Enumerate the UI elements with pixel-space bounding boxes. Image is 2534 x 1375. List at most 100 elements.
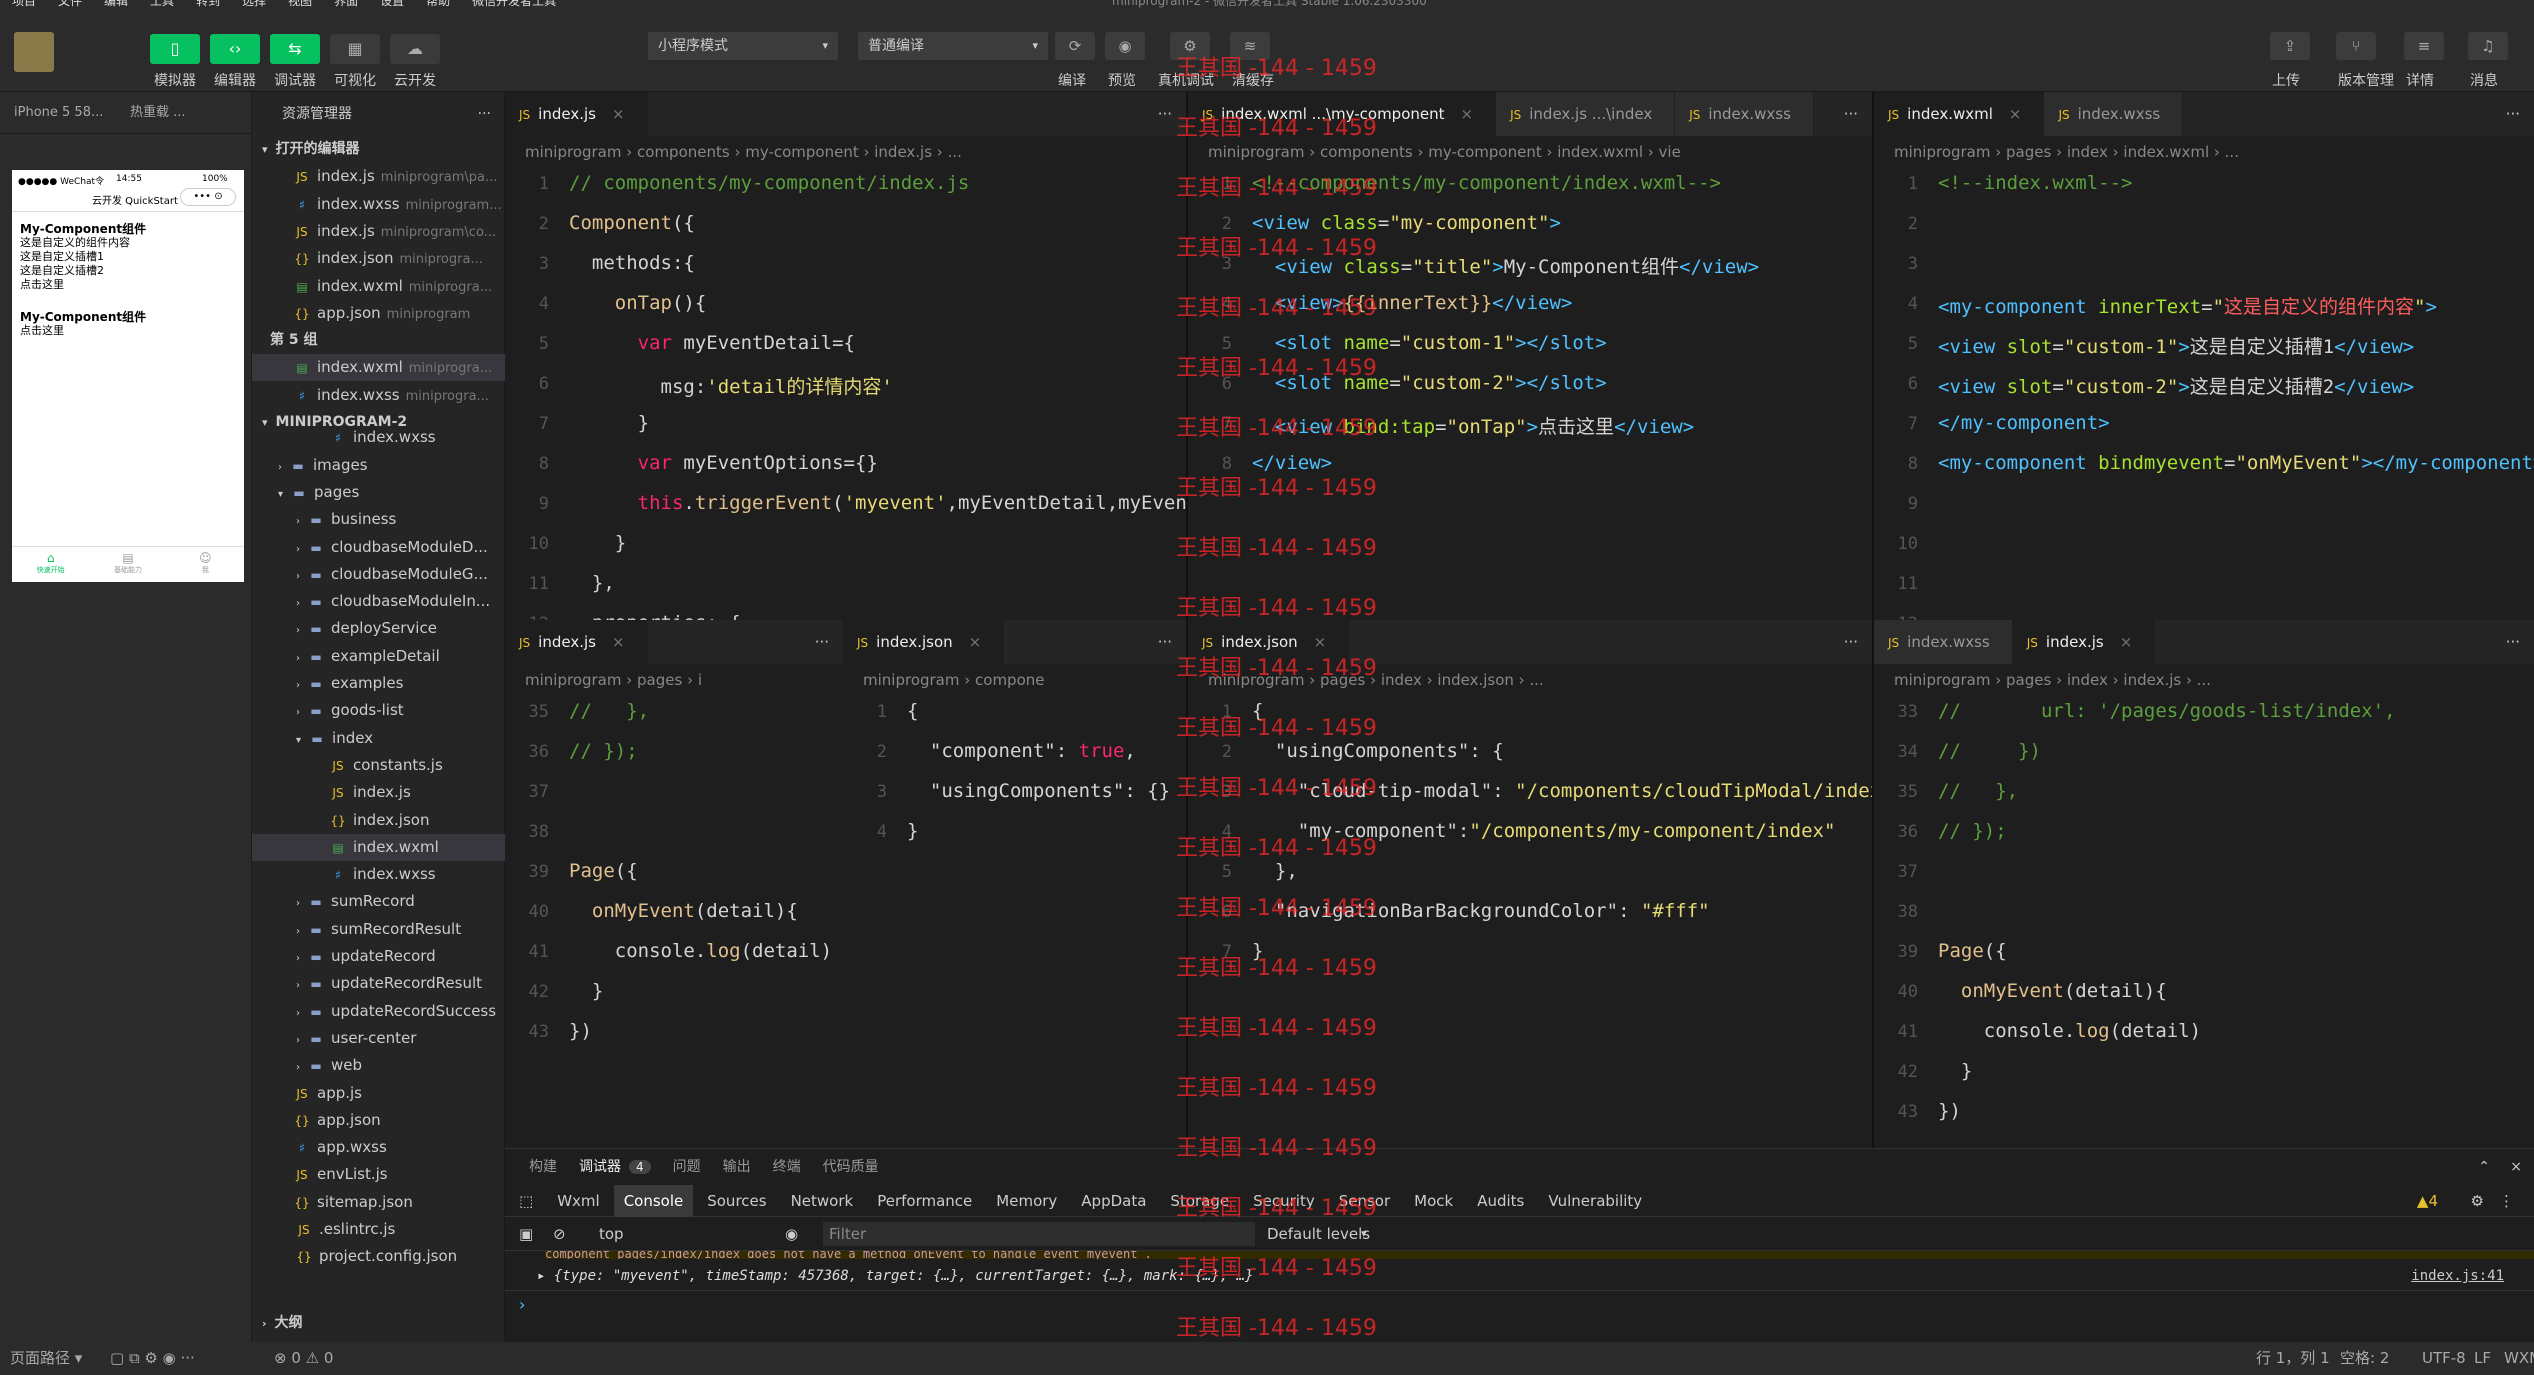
debug-top-tab[interactable]: 构建 [529, 1149, 557, 1185]
debug-icon[interactable]: ⇆ [270, 34, 320, 64]
explorer-section[interactable]: › 大纲 [252, 1310, 505, 1337]
details-icon[interactable]: ≡ [2404, 32, 2444, 60]
editor-tab[interactable]: JS index.wxss [2044, 92, 2184, 136]
breadcrumb[interactable]: miniprogram › components › my-component … [1188, 136, 1872, 168]
explorer-file[interactable]: {} app.json [252, 1107, 505, 1134]
explorer-file[interactable]: JS app.js [252, 1080, 505, 1107]
explorer-file[interactable]: › ▬ web [252, 1052, 505, 1079]
menu-item[interactable]: 微信开发者工具 [472, 0, 556, 7]
explorer-file[interactable]: JS constants.js [252, 752, 505, 779]
levels-select[interactable]: Default levels [1267, 1217, 1370, 1251]
version-icon[interactable]: ⑂ [2336, 32, 2376, 60]
language[interactable]: WXML [2504, 1342, 2534, 1375]
kebab-icon[interactable]: ⋮ [2499, 1185, 2514, 1217]
gear-icon[interactable]: ⚙ [2471, 1185, 2484, 1217]
debug-top-tab[interactable]: 输出 [723, 1149, 751, 1185]
code-editor[interactable]: 1 {2 "component": true, 3 "usingComponents… [843, 700, 1186, 1148]
explorer-file[interactable]: ♯ index.wxss [252, 861, 505, 888]
devtools-tab[interactable]: Mock [1404, 1185, 1463, 1217]
explorer-file[interactable]: JS index.js miniprogram\co... [252, 218, 505, 245]
editor-tab[interactable]: JS index.wxss [1874, 620, 2013, 664]
phone-text[interactable]: 点击这里 [20, 324, 236, 338]
breadcrumb[interactable]: miniprogram › pages › index › index.wxml… [1874, 136, 2534, 168]
explorer-file[interactable]: › ▬ examples [252, 670, 505, 697]
code-editor[interactable]: 33 // url: '/pages/goods-list/index', 34 //… [1874, 700, 2534, 1148]
explorer-file[interactable]: {} index.json [252, 807, 505, 834]
explorer-file[interactable]: › ▬ sumRecord [252, 888, 505, 915]
explorer-file[interactable]: › ▬ cloudbaseModuleD... [252, 534, 505, 561]
close-icon[interactable]: × [1461, 105, 1474, 123]
code-editor[interactable]: 35 // }, 36 // }); 37 38 39 Page({40 onMyEvent(… [505, 700, 843, 1148]
editor-tab[interactable]: JS index.js × [505, 620, 648, 664]
explorer-section[interactable]: 第 5 组 [252, 327, 505, 354]
devtools-tab[interactable]: Performance [867, 1185, 982, 1217]
console-prompt[interactable]: › [519, 1295, 525, 1314]
eol[interactable]: LF [2474, 1342, 2491, 1375]
remote-debug-icon[interactable]: ⚙ [1170, 32, 1210, 60]
close-icon[interactable]: × [1314, 633, 1327, 651]
breadcrumb[interactable]: miniprogram › pages › index › index.json… [1188, 664, 1872, 696]
device-select[interactable]: iPhone 5 58... [14, 105, 103, 120]
clear-cache-icon[interactable]: ≋ [1230, 32, 1270, 60]
mode-select[interactable]: 小程序模式 [648, 32, 838, 60]
eye-icon[interactable]: ◉ [785, 1217, 798, 1251]
breadcrumb[interactable]: miniprogram › pages › i [505, 664, 843, 696]
cursor-pos[interactable]: 行 1，列 1 [2256, 1342, 2330, 1375]
explorer-file[interactable]: › ▬ images [252, 452, 505, 479]
menu-item[interactable]: 选择 [242, 0, 266, 7]
debug-top-tab[interactable]: 调试器 4 [579, 1149, 651, 1185]
explorer-file[interactable]: ▾ ▬ index [252, 725, 505, 752]
explorer-file[interactable]: JS .eslintrc.js [252, 1216, 505, 1243]
code-editor[interactable]: 1 // components/my-component/index.js 2 Com… [505, 172, 1186, 620]
close-icon[interactable]: × [969, 633, 982, 651]
phone-icon[interactable]: ▯ [150, 34, 200, 64]
editor-tab[interactable]: JS index.wxml ...\my-component × [1188, 92, 1497, 136]
more-icon[interactable]: ··· [1844, 92, 1858, 136]
hot-reload[interactable]: 热重载 ... [130, 92, 186, 134]
explorer-file[interactable]: JS index.js [252, 779, 505, 806]
editor-tab[interactable]: JS index.json × [1188, 620, 1350, 664]
close-icon[interactable]: × [2510, 1149, 2522, 1185]
clear-console-icon[interactable]: ⊘ [553, 1217, 566, 1251]
explorer-file[interactable]: JS envList.js [252, 1161, 505, 1188]
more-icon[interactable]: ··· [1158, 620, 1172, 664]
devtools-tab[interactable]: Security [1243, 1185, 1325, 1217]
explorer-section[interactable]: ▾ 打开的编辑器 [252, 136, 505, 163]
explorer-file[interactable]: › ▬ sumRecordResult [252, 916, 505, 943]
explorer-file[interactable]: › ▬ cloudbaseModuleG... [252, 561, 505, 588]
code-icon[interactable]: ‹› [210, 34, 260, 64]
more-icon[interactable]: ··· [1158, 92, 1172, 136]
message-icon[interactable]: ♫ [2468, 32, 2508, 60]
menu-item[interactable]: 设置 [380, 0, 404, 7]
explorer-file[interactable]: › ▬ updateRecordSuccess [252, 998, 505, 1025]
debug-top-tab[interactable]: 终端 [773, 1149, 801, 1185]
devtools-tab[interactable]: Vulnerability [1538, 1185, 1652, 1217]
editor-tab[interactable]: JS index.wxml × [1874, 92, 2045, 136]
explorer-file[interactable]: › ▬ exampleDetail [252, 643, 505, 670]
chevron-up-icon[interactable]: ⌃ [2478, 1149, 2490, 1185]
editor-tab[interactable]: JS index.js × [2012, 620, 2156, 664]
menu-item[interactable]: 编辑 [104, 0, 128, 7]
menu-item[interactable]: 工具 [150, 0, 174, 7]
menu-item[interactable]: 文件 [58, 0, 82, 7]
explorer-file[interactable]: JS index.js miniprogram\pa... [252, 163, 505, 190]
explorer-file[interactable]: ▾ ▬ pages [252, 479, 505, 506]
editor-tab[interactable]: JS index.wxss [1675, 92, 1814, 136]
warning-count[interactable]: ▲4 [2417, 1185, 2438, 1217]
explorer-file[interactable]: › ▬ updateRecordResult [252, 970, 505, 997]
close-icon[interactable]: × [2009, 105, 2022, 123]
menu-item[interactable]: 项目 [12, 0, 36, 7]
explorer-file[interactable]: {} project.config.json [252, 1243, 505, 1270]
close-icon[interactable]: × [612, 105, 625, 123]
breadcrumb[interactable]: miniprogram › pages › index › index.js ›… [1874, 664, 2534, 696]
explorer-file[interactable]: › ▬ cloudbaseModuleIn... [252, 588, 505, 615]
code-editor[interactable]: 1 <!--index.wxml--> 2 3 4 <my-component inner… [1874, 172, 2534, 620]
explorer-file[interactable]: {} sitemap.json [252, 1189, 505, 1216]
compile-select[interactable]: 普通编译 [858, 32, 1048, 60]
explorer-file[interactable]: ▤ index.wxml miniprogra... [252, 273, 505, 300]
debug-top-tab[interactable]: 代码质量 [823, 1149, 879, 1185]
more-icon[interactable]: ··· [2506, 620, 2520, 664]
explorer-file[interactable]: ♯ index.wxss miniprogra... [252, 382, 505, 409]
devtools-tab[interactable]: Storage [1160, 1185, 1239, 1217]
console-log-source[interactable]: index.js:41 [2411, 1261, 2504, 1291]
